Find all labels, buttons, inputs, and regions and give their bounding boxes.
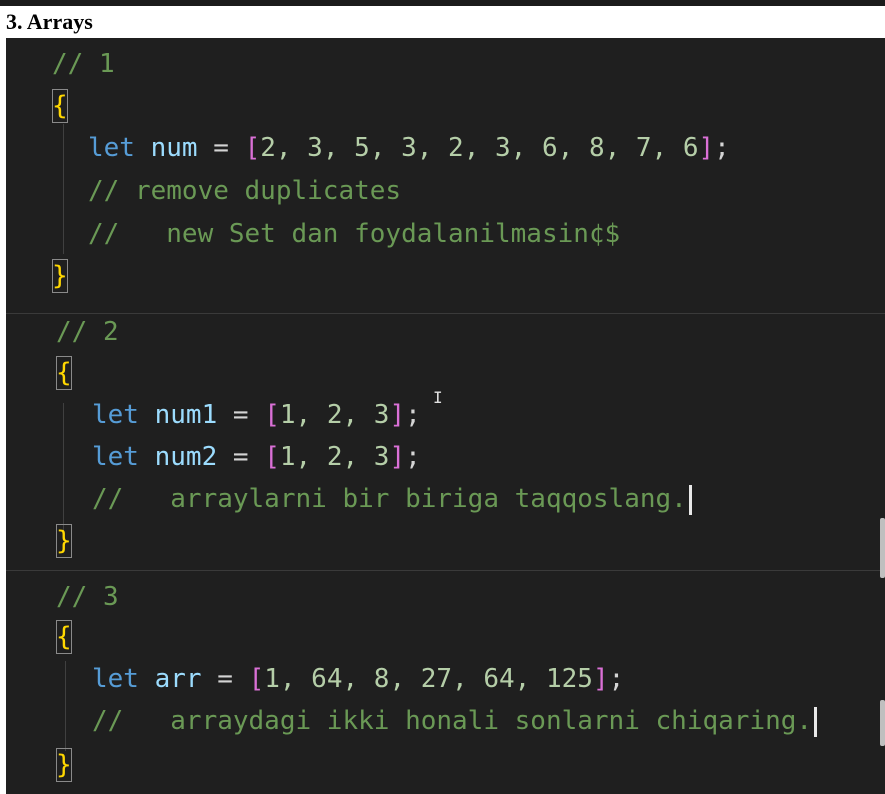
close-bracket: ] <box>698 133 715 163</box>
close-bracket: ] <box>389 400 406 430</box>
semicolon: ; <box>608 664 625 694</box>
variable-name: num1 <box>154 400 218 430</box>
i-beam-cursor-icon: I <box>433 388 443 407</box>
open-brace: { <box>52 89 68 123</box>
scrollbar[interactable] <box>880 700 885 746</box>
code-line: let arr = [1, 64, 8, 27, 64, 125]; <box>92 661 624 697</box>
keyword: let <box>92 664 139 694</box>
semicolon: ; <box>405 400 421 430</box>
operator: = <box>217 664 233 694</box>
array-values: 1, 2, 3 <box>279 442 390 472</box>
code-block-1: // 1 { let num = [2, 3, 5, 3, 2, 3, 6, 8… <box>6 38 885 313</box>
block-label: // 2 <box>56 317 119 347</box>
code-block-2: // 2 { let num1 = [1, 2, 3]; let num2 = … <box>6 314 885 570</box>
close-bracket: ] <box>389 442 406 472</box>
keyword: let <box>88 133 135 163</box>
operator: = <box>232 442 249 472</box>
close-brace: } <box>56 748 72 782</box>
block-label: // 1 <box>52 49 115 79</box>
open-bracket: [ <box>244 133 261 163</box>
keyword: let <box>92 442 139 472</box>
variable-name: num2 <box>154 442 218 472</box>
indent-guide <box>65 661 66 751</box>
comment-line[interactable]: // arraylarni bir biriga taqqoslang. <box>92 481 692 517</box>
keyword: let <box>92 400 139 430</box>
variable-name: num <box>150 133 198 163</box>
operator: = <box>232 400 249 430</box>
code-line: let num1 = [1, 2, 3]; <box>92 397 421 433</box>
indent-guide <box>63 403 64 533</box>
variable-name: arr <box>154 664 202 694</box>
semicolon: ; <box>405 442 421 472</box>
text-cursor <box>814 706 818 737</box>
top-bar <box>0 0 885 6</box>
comment-line[interactable]: // arraydagi ikki honali sonlarni chiqar… <box>92 703 818 739</box>
open-brace: { <box>56 620 72 654</box>
operator: = <box>213 133 229 163</box>
close-brace: } <box>52 259 68 293</box>
array-values: 1, 64, 8, 27, 64, 125 <box>264 664 593 694</box>
scrollbar[interactable] <box>880 518 885 578</box>
array-values: 1, 2, 3 <box>279 400 390 430</box>
code-block-3: // 3 { let arr = [1, 64, 8, 27, 64, 125]… <box>6 571 885 794</box>
code-line: let num = [2, 3, 5, 3, 2, 3, 6, 8, 7, 6]… <box>88 130 730 166</box>
open-bracket: [ <box>248 664 265 694</box>
page: 3. Arrays // 1 { let num = [2, 3, 5, 3, … <box>0 0 885 794</box>
close-bracket: ] <box>592 664 609 694</box>
open-bracket: [ <box>264 442 280 472</box>
indent-guide <box>63 124 64 254</box>
comment-line: // remove duplicates <box>88 176 402 206</box>
text-cursor <box>688 484 692 515</box>
comment-line: // new Set dan foydalanilmasin¢$ <box>88 219 621 249</box>
close-brace: } <box>56 524 72 558</box>
semicolon: ; <box>714 133 730 163</box>
open-brace: { <box>56 356 72 390</box>
array-values: 2, 3, 5, 3, 2, 3, 6, 8, 7, 6 <box>260 133 699 163</box>
page-title: 3. Arrays <box>6 9 93 34</box>
code-editor[interactable]: // 1 { let num = [2, 3, 5, 3, 2, 3, 6, 8… <box>6 38 885 794</box>
block-label: // 3 <box>56 582 119 612</box>
code-line: let num2 = [1, 2, 3]; <box>92 439 421 475</box>
open-bracket: [ <box>264 400 280 430</box>
